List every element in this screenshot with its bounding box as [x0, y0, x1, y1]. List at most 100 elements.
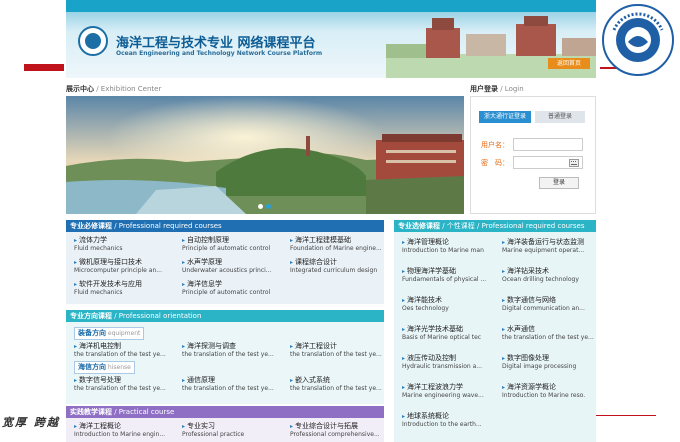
course-item[interactable]: 流体力学Fluid mechanics	[74, 236, 178, 253]
showcase-heading-en: / Exhibition Center	[94, 85, 162, 93]
course-item[interactable]: 物理海洋学基础Fundamentals of physical ...	[402, 267, 498, 284]
tab-zju-passport-login[interactable]: 浙大通行证登录	[479, 111, 531, 123]
elective-title-en: / 个性课程 / Professional required courses	[440, 222, 585, 230]
course-name-en: Hydraulic transmission a...	[402, 363, 482, 370]
course-item[interactable]: 海洋信息学Principle of automatic control	[182, 280, 286, 297]
course-item[interactable]: 海洋装备运行与状态监测Marine equipment operat...	[502, 238, 598, 255]
course-item[interactable]: 自动控制原理Principle of automatic control	[182, 236, 286, 253]
course-name-en: the translation of the test ye...	[182, 351, 274, 358]
slider-dot-2[interactable]	[266, 204, 271, 209]
hisense-direction-zh: 海信方向	[78, 363, 106, 371]
course-name-en: Digital image processing	[502, 363, 577, 370]
required-title-en: / Professional required courses	[112, 222, 222, 230]
required-courses-header: 专业必修课程 / Professional required courses	[66, 220, 384, 232]
username-input[interactable]	[513, 138, 583, 151]
course-item[interactable]: 海洋资源学概论Introduction to Marine reso.	[502, 383, 598, 400]
course-name-zh: 地球系统概论	[402, 412, 498, 421]
course-name-zh: 物理海洋学基础	[402, 267, 498, 276]
elective-courses-header: 专业选修课程 / 个性课程 / Professional required co…	[394, 220, 596, 232]
course-name-en: Basis of Marine optical tec	[402, 334, 482, 341]
course-name-zh: 海洋探测与调查	[182, 342, 286, 351]
course-name-en: the translation of the test ye...	[502, 334, 594, 341]
hero-campus-photo[interactable]	[66, 96, 464, 214]
course-item[interactable]: 海洋钻采技术Ocean drilling technology	[502, 267, 598, 284]
course-name-en: Oes technology	[402, 305, 449, 312]
course-name-zh: 专业实习	[182, 422, 286, 431]
practical-title-en: / Practical course	[112, 408, 175, 416]
course-item[interactable]: 海洋工程概论Introduction to Marine engin...	[74, 422, 178, 439]
course-item[interactable]: 软件开发技术与应用Fluid mechanics	[74, 280, 178, 297]
site-subtitle: Ocean Engineering and Technology Network…	[116, 50, 323, 57]
course-item[interactable]: 海洋探测与调查the translation of the test ye...	[182, 342, 286, 359]
course-item[interactable]: 数字图像处理Digital image processing	[502, 354, 598, 371]
course-item[interactable]: 海洋管理概论Introduction to Marine man	[402, 238, 498, 255]
university-seal-logo	[602, 4, 674, 76]
course-name-zh: 海洋钻采技术	[502, 267, 598, 276]
course-name-zh: 流体力学	[74, 236, 178, 245]
course-item[interactable]: 水声学原理Underwater acoustics princi...	[182, 258, 286, 275]
course-name-en: Ocean drilling technology	[502, 276, 579, 283]
password-input[interactable]	[513, 156, 583, 169]
course-name-zh: 海洋工程概论	[74, 422, 178, 431]
course-name-en: Marine engineering wave...	[402, 392, 484, 399]
course-name-zh: 自动控制原理	[182, 236, 286, 245]
keyboard-icon[interactable]	[569, 159, 579, 167]
course-name-en: the translation of the test ye...	[290, 351, 382, 358]
practical-courses-header: 实践教学课程 / Practical course	[66, 406, 384, 418]
course-item[interactable]: 专业综合设计与拓展Professional comprehensive...	[290, 422, 394, 439]
course-name-zh: 专业综合设计与拓展	[290, 422, 394, 431]
login-heading-zh: 用户登录	[470, 85, 498, 93]
course-item[interactable]: 海洋光学技术基础Basis of Marine optical tec	[402, 325, 498, 342]
equipment-direction-zh: 装备方向	[78, 329, 106, 337]
course-item[interactable]: 地球系统概论Introduction to the earth...	[402, 412, 498, 429]
course-name-en: Professional practice	[182, 431, 245, 438]
login-submit-button[interactable]: 登录	[539, 177, 579, 189]
login-heading-en: / Login	[498, 85, 524, 93]
course-name-zh: 数字信号处理	[74, 376, 178, 385]
course-name-en: Professional comprehensive...	[290, 431, 380, 438]
course-item[interactable]: 嵌入式系统the translation of the test ye...	[290, 376, 394, 393]
course-name-en: the translation of the test ye...	[74, 351, 166, 358]
slide-accent-bar	[24, 64, 64, 71]
course-item[interactable]: 数字信号处理the translation of the test ye...	[74, 376, 178, 393]
course-item[interactable]: 专业实习Professional practice	[182, 422, 286, 439]
course-item[interactable]: 课程综合设计Integrated curriculum design	[290, 258, 394, 275]
orientation-title: 专业方向课程	[70, 312, 112, 320]
course-name-en: the translation of the test ye...	[74, 385, 166, 392]
course-name-zh: 海洋工程建模基础	[290, 236, 394, 245]
course-item[interactable]: 海洋机电控制the translation of the test ye...	[74, 342, 178, 359]
slider-dot-1[interactable]	[258, 204, 263, 209]
course-name-en: Underwater acoustics princi...	[182, 267, 272, 274]
course-item[interactable]: 海洋工程设计the translation of the test ye...	[290, 342, 394, 359]
course-item[interactable]: 通信原理the translation of the test ye...	[182, 376, 286, 393]
course-item[interactable]: 液压传动及控制Hydraulic transmission a...	[402, 354, 498, 371]
login-panel: 浙大通行证登录 普通登录 用户名： 密 码： 登录	[470, 96, 596, 214]
home-button[interactable]: 返回首页	[548, 58, 590, 69]
course-name-zh: 软件开发技术与应用	[74, 280, 178, 289]
course-name-en: Fluid mechanics	[74, 289, 123, 296]
tab-normal-login[interactable]: 普通登录	[535, 111, 585, 123]
course-name-zh: 通信原理	[182, 376, 286, 385]
course-name-zh: 海洋能技术	[402, 296, 498, 305]
course-item[interactable]: 微机原理与接口技术Microcomputer principle an...	[74, 258, 178, 275]
course-item[interactable]: 海洋工程波浪力学Marine engineering wave...	[402, 383, 498, 400]
course-name-en: Marine equipment operat...	[502, 247, 585, 254]
site-title: 海洋工程与技术专业 网络课程平台	[116, 36, 316, 51]
site-logo-icon[interactable]	[78, 26, 108, 56]
elective-courses-panel: 专业选修课程 / 个性课程 / Professional required co…	[394, 220, 596, 442]
course-item[interactable]: 数字通信与网络Digital communication an...	[502, 296, 598, 313]
showcase-heading: 展示中心 / Exhibition Center	[66, 84, 161, 94]
course-name-zh: 海洋管理概论	[402, 238, 498, 247]
course-name-zh: 数字图像处理	[502, 354, 598, 363]
orientation-courses-panel: 专业方向课程 / Professional orientation 装备方向 e…	[66, 310, 384, 404]
course-item[interactable]: 水声通信the translation of the test ye...	[502, 325, 598, 342]
course-name-en: Integrated curriculum design	[290, 267, 378, 274]
course-item[interactable]: 海洋工程建模基础Foundation of Marine engine...	[290, 236, 394, 253]
course-name-en: Foundation of Marine engine...	[290, 245, 382, 252]
course-name-en: Principle of automatic control	[182, 245, 271, 252]
course-name-zh: 水声通信	[502, 325, 598, 334]
site-banner: 海洋工程与技术专业 网络课程平台 Ocean Engineering and T…	[66, 0, 596, 78]
course-name-zh: 数字通信与网络	[502, 296, 598, 305]
elective-title: 专业选修课程	[398, 222, 440, 230]
course-item[interactable]: 海洋能技术Oes technology	[402, 296, 498, 313]
